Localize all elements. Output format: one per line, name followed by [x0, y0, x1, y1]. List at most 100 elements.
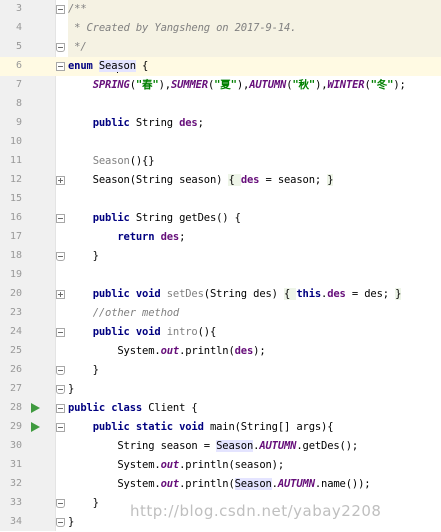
fold-collapse-icon[interactable] — [56, 404, 65, 413]
code-token: } — [68, 250, 99, 262]
code-line-26[interactable]: 26 } — [0, 361, 441, 380]
code-token: AUTUMN — [249, 79, 287, 91]
code-line-10[interactable]: 10 — [0, 133, 441, 152]
code-line-11[interactable]: 11 Season(){} — [0, 152, 441, 171]
code-editor[interactable]: 3 /** 4 * Created by Yangsheng on 2017-9-1… — [0, 0, 441, 531]
fold-collapse-icon[interactable] — [56, 366, 65, 375]
line-number: 6 — [15, 60, 22, 71]
code-line-29[interactable]: 29 public static void main(String[] args… — [0, 418, 441, 437]
fold-collapse-icon[interactable] — [56, 214, 65, 223]
code-line-3[interactable]: 3 /** — [0, 0, 441, 19]
line-number: 5 — [15, 41, 22, 52]
code-text: public static void main(String[] args){ — [68, 420, 334, 435]
line-number: 4 — [15, 22, 22, 33]
line-number: 15 — [9, 193, 22, 204]
code-line-23[interactable]: 23 //other method — [0, 304, 441, 323]
code-token: (){} — [129, 155, 155, 167]
code-line-31[interactable]: 31 System.out.println(season); — [0, 456, 441, 475]
code-token: "冬" — [370, 79, 394, 91]
code-token: this — [296, 288, 322, 300]
code-line-27[interactable]: 27} — [0, 380, 441, 399]
code-token: Season(String season) — [68, 174, 229, 186]
code-text: public String getDes() { — [68, 211, 241, 226]
line-number: 7 — [15, 79, 22, 90]
code-token: "夏" — [214, 79, 237, 91]
fold-expand-icon[interactable] — [56, 290, 65, 299]
line-number: 11 — [9, 155, 22, 166]
code-token: ); — [253, 345, 266, 357]
code-token: ), — [158, 79, 171, 91]
fold-collapse-icon[interactable] — [56, 499, 65, 508]
code-text: Season(String season) { des = season; } — [68, 173, 334, 188]
code-line-28[interactable]: 28 public class Client { — [0, 399, 441, 418]
code-token: System. — [68, 345, 161, 357]
fold-collapse-icon[interactable] — [56, 328, 65, 337]
code-token: Season — [216, 440, 254, 452]
code-token: Sea — [98, 60, 118, 72]
code-token: return — [117, 231, 161, 243]
code-token: main(String[] args){ — [209, 421, 334, 433]
fold-collapse-icon[interactable] — [56, 5, 65, 14]
code-text: public class Client { — [68, 401, 198, 416]
code-token: enum — [68, 60, 99, 72]
line-number: 26 — [9, 364, 22, 375]
code-text: System.out.println(Season.AUTUMN.name())… — [68, 477, 371, 492]
code-line-25[interactable]: 25 System.out.println(des); — [0, 342, 441, 361]
code-text: //other method — [68, 306, 180, 321]
code-text: } — [68, 515, 74, 530]
code-line-15[interactable]: 15 — [0, 190, 441, 209]
line-number: 34 — [9, 516, 22, 527]
code-token: (String des) — [203, 288, 285, 300]
code-text: */ — [68, 40, 87, 55]
fold-collapse-icon[interactable] — [56, 423, 65, 432]
code-line-32[interactable]: 32 System.out.println(Season.AUTUMN.name… — [0, 475, 441, 494]
code-token: System. — [68, 478, 161, 490]
code-line-9[interactable]: 9 public String des; — [0, 114, 441, 133]
code-token: } — [68, 383, 75, 395]
fold-collapse-icon[interactable] — [56, 252, 65, 261]
line-number: 8 — [15, 98, 22, 109]
code-line-8[interactable]: 8 — [0, 95, 441, 114]
code-line-16[interactable]: 16 public String getDes() { — [0, 209, 441, 228]
code-line-30[interactable]: 30 String season = Season.AUTUMN.getDes(… — [0, 437, 441, 456]
code-token: ); — [393, 79, 406, 91]
code-line-7[interactable]: 7 SPRING("春"),SUMMER("夏"),AUTUMN("秋"),WI… — [0, 76, 441, 95]
code-token: "秋" — [292, 79, 316, 91]
code-line-12[interactable]: 12 Season(String season) { des = season;… — [0, 171, 441, 190]
fold-expand-icon[interactable] — [56, 176, 65, 185]
code-token: .getDes(); — [296, 440, 359, 452]
code-token: setDes — [166, 288, 204, 300]
line-number: 19 — [9, 269, 22, 280]
code-token: AUTUMN — [259, 440, 297, 452]
line-number: 18 — [9, 250, 22, 261]
code-token: ; — [179, 231, 186, 243]
line-number: 23 — [9, 307, 22, 318]
fold-collapse-icon[interactable] — [56, 43, 65, 52]
code-text: } — [68, 249, 99, 264]
code-line-20[interactable]: 20 public void setDes(String des) { this… — [0, 285, 441, 304]
code-line-6[interactable]: 6 enum Season { — [0, 57, 441, 76]
code-line-4[interactable]: 4 * Created by Yangsheng on 2017-9-14. — [0, 19, 441, 38]
code-line-17[interactable]: 17 return des; — [0, 228, 441, 247]
line-number: 12 — [9, 174, 22, 185]
run-gutter-icon[interactable] — [31, 422, 40, 432]
code-line-24[interactable]: 24 public void intro(){ — [0, 323, 441, 342]
code-token: = des; — [345, 288, 396, 300]
fold-collapse-icon[interactable] — [56, 62, 65, 71]
code-token: System. — [68, 459, 161, 471]
code-line-19[interactable]: 19 — [0, 266, 441, 285]
code-token: public void — [92, 288, 167, 300]
code-line-18[interactable]: 18 } — [0, 247, 441, 266]
code-line-5[interactable]: 5 */ — [0, 38, 441, 57]
fold-collapse-icon[interactable] — [56, 385, 65, 394]
run-gutter-icon[interactable] — [31, 403, 40, 413]
code-text: String season = Season.AUTUMN.getDes(); — [68, 439, 358, 454]
fold-collapse-icon[interactable] — [56, 518, 65, 527]
code-text: } — [68, 382, 74, 397]
line-number: 17 — [9, 231, 22, 242]
code-token: public — [92, 212, 136, 224]
code-token: .println(season); — [179, 459, 285, 471]
